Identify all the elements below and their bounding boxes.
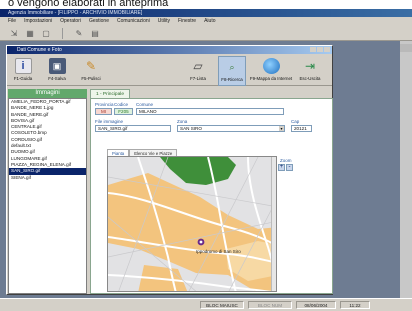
- menu-item-impostazioni[interactable]: Impostazioni: [24, 17, 52, 26]
- image-file-list[interactable]: AMELIA_FEDRO_PORTA.gif BANDE_NERE 1.jpg BA…: [8, 98, 87, 294]
- file-immagine-field[interactable]: SAN_SIRO.gif: [95, 125, 171, 132]
- time-display: 11:22: [340, 301, 370, 309]
- exit-door-icon: ⇥: [304, 59, 316, 73]
- main-toolbar: ⇲ ▦ ▢ ✎ ▤: [0, 26, 412, 41]
- internet-map-label: F9-Mappa da Internet: [249, 76, 293, 81]
- menu-item-operatori[interactable]: Operatori: [60, 17, 81, 26]
- zoom-out-button[interactable]: -: [286, 164, 293, 171]
- cap-label: Cap: [291, 119, 300, 124]
- search-label: F8-Ricerca: [221, 77, 243, 82]
- file-immagine-label: File immagine: [95, 119, 124, 124]
- poi-label: Ippodromo di San Siro: [196, 249, 241, 254]
- help-button[interactable]: i F1-Guida: [9, 56, 37, 86]
- exit-door-icon[interactable]: ⇲: [8, 28, 20, 39]
- list-label: F7-Lista: [190, 76, 206, 81]
- exit-label: Esc-Uscita: [299, 76, 321, 81]
- image-list-title: Immagini: [8, 89, 87, 98]
- menu-item-utility[interactable]: Utility: [158, 17, 170, 26]
- map-view[interactable]: Ippodromo di San Siro: [107, 156, 277, 292]
- caption-text: o vengono elaborati in anteprima: [0, 0, 412, 9]
- eraser-icon: ✎: [85, 59, 97, 73]
- toolbar-right-group: ▱ F7-Lista ⌕ F8-Ricerca F9-Mappa da Inte…: [184, 56, 330, 86]
- maximize-icon[interactable]: [317, 47, 323, 52]
- status-bar: BLOC MAIUSC BLOC NUM 08/06/2004 11:22: [0, 298, 412, 311]
- provincia-label: Provincia: [95, 102, 114, 107]
- app-title-bar: Agenzia Immobiliare - [FILIPPO - ARCHIVI…: [0, 9, 412, 17]
- search-icon: ⌕: [229, 61, 235, 72]
- file-immagine-value: SAN_SIRO.gif: [98, 126, 128, 131]
- list-button[interactable]: ▱ F7-Lista: [184, 56, 212, 86]
- help-label: F1-Guida: [13, 76, 33, 81]
- codice-field[interactable]: F205: [114, 108, 133, 115]
- chevron-down-icon[interactable]: ▾: [279, 126, 284, 131]
- principale-form: Provincia MI Codice F205 Comune MILANO F…: [90, 98, 333, 294]
- floppy-disk-icon: ▣: [48, 58, 66, 74]
- dati-comune-window: Dati Comune e Foto i F1-Guida ▣ F4-Salva…: [6, 45, 333, 295]
- blank-page-icon[interactable]: ▢: [40, 28, 52, 39]
- window-toolbar: i F1-Guida ▣ F4-Salva ✎ F5-Pulisci ▱ F7-…: [7, 54, 332, 86]
- menu-item-aiuto[interactable]: Aiuto: [204, 17, 215, 26]
- window-controls: [310, 47, 330, 52]
- zona-label: Zona: [177, 119, 188, 124]
- zona-select[interactable]: SAN SIRO ▾: [177, 125, 285, 132]
- tools-icon[interactable]: ✎: [73, 28, 85, 39]
- caps-lock-indicator: BLOC MAIUSC: [200, 301, 244, 309]
- exit-button[interactable]: ⇥ Esc-Uscita: [296, 56, 324, 86]
- main-tabs: 1 - Principale: [90, 89, 130, 98]
- comune-field[interactable]: MILANO: [136, 108, 284, 115]
- cap-field[interactable]: 20121: [291, 125, 312, 132]
- menu-bar: File Impostazioni Operatori Gestione Com…: [0, 17, 412, 26]
- close-icon[interactable]: [324, 47, 330, 52]
- grid-icon[interactable]: ▦: [24, 28, 36, 39]
- map-subtabs: Pianta Elenco Vie e Piazze: [107, 149, 178, 156]
- date-display: 08/06/2004: [296, 301, 336, 309]
- window-title-bar: Dati Comune e Foto: [7, 46, 332, 54]
- tab-principale[interactable]: 1 - Principale: [90, 89, 130, 98]
- menu-item-gestione[interactable]: Gestione: [89, 17, 109, 26]
- list-book-icon: ▱: [193, 59, 203, 73]
- toolbar-separator: [62, 27, 63, 39]
- codice-label: Codice: [114, 102, 129, 107]
- tab-elenco-vie[interactable]: Elenco Vie e Piazze: [129, 149, 178, 156]
- internet-map-button[interactable]: F9-Mappa da Internet: [249, 56, 293, 86]
- search-button[interactable]: ⌕ F8-Ricerca: [218, 56, 246, 86]
- save-button[interactable]: ▣ F4-Salva: [43, 56, 71, 86]
- save-label: F4-Salva: [48, 76, 66, 81]
- zoom-in-button[interactable]: +: [278, 164, 285, 171]
- list-item[interactable]: SIENA.gif: [9, 175, 86, 181]
- zoom-controls: + -: [278, 164, 295, 171]
- provincia-field[interactable]: MI: [95, 108, 112, 115]
- map-vertical-scrollbar[interactable]: [271, 157, 276, 291]
- clear-button[interactable]: ✎ F5-Pulisci: [77, 56, 105, 86]
- clear-label: F5-Pulisci: [81, 76, 101, 81]
- street-map: Ippodromo di San Siro: [108, 157, 276, 291]
- info-icon: i: [14, 58, 32, 74]
- table-icon[interactable]: ▤: [89, 28, 101, 39]
- comune-label: Comune: [136, 102, 154, 107]
- zoom-label: Zoom: [280, 158, 292, 163]
- menu-item-comunicazioni[interactable]: Comunicazioni: [117, 17, 150, 26]
- menu-item-file[interactable]: File: [8, 17, 16, 26]
- window-title: Dati Comune e Foto: [17, 47, 62, 53]
- menu-item-finestre[interactable]: Finestre: [178, 17, 196, 26]
- image-list-panel: Immagini AMELIA_FEDRO_PORTA.gif BANDE_NER…: [8, 89, 87, 294]
- globe-icon: [262, 58, 280, 74]
- num-lock-indicator: BLOC NUM: [248, 301, 292, 309]
- side-panel: [400, 41, 412, 298]
- zona-value: SAN SIRO: [180, 126, 202, 131]
- side-panel-header: [400, 44, 412, 52]
- minimize-icon[interactable]: [310, 47, 316, 52]
- tab-pianta[interactable]: Pianta: [107, 149, 130, 156]
